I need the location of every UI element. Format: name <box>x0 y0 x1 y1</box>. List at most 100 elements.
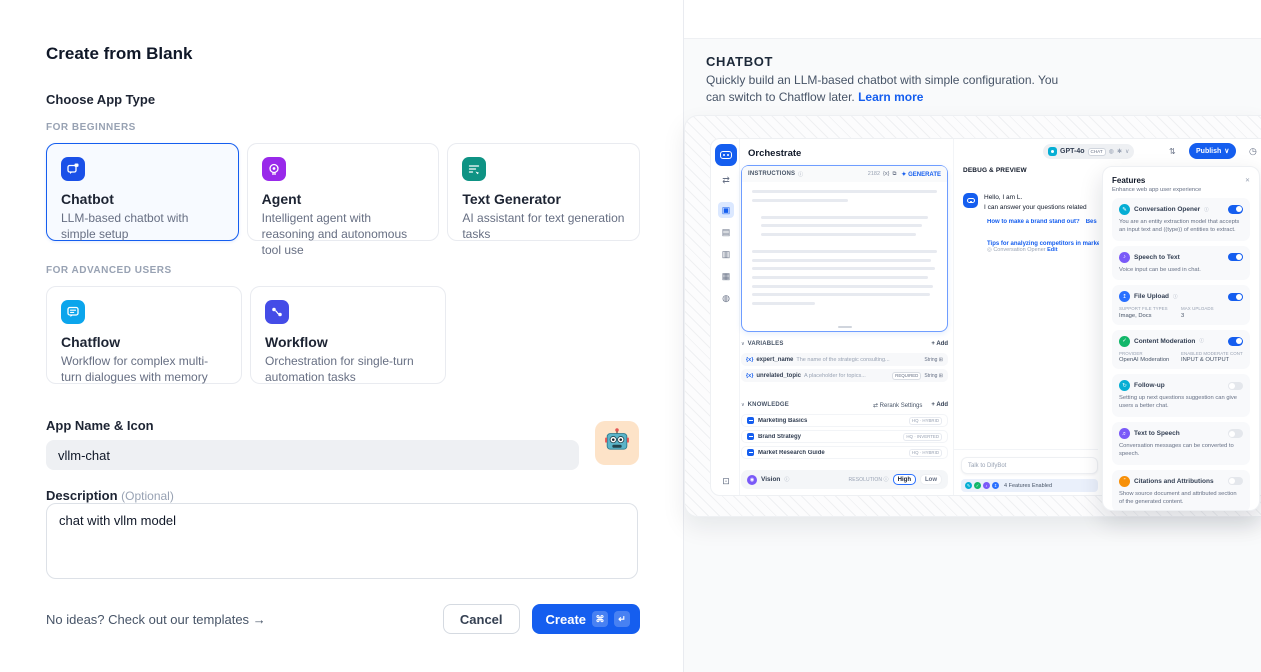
text-generator-icon <box>462 157 486 181</box>
app-type-card-chatflow[interactable]: Chatflow Workflow for complex multi-turn… <box>46 286 242 384</box>
info-icon: ⓘ <box>798 171 803 178</box>
robot-emoji-icon <box>603 427 631 460</box>
enter-key-icon: ↵ <box>614 611 630 627</box>
card-desc: Workflow for complex multi-turn dialogue… <box>61 353 227 385</box>
feature-card-speech-to-text: ♪ Speech to Text Voice input can be used… <box>1112 246 1250 281</box>
toggle-off <box>1228 477 1243 486</box>
preview-description: Quickly build an LLM-based chatbot with … <box>706 72 1074 107</box>
model-provider-icon <box>1048 147 1057 156</box>
card-title: Text Generator <box>462 191 625 207</box>
chatbot-icon <box>61 157 85 181</box>
variable-row: {x} expert_name The name of the strategi… <box>741 353 948 366</box>
preview-screenshot: ⇄ ▣ ▤ ▥ ▦ ◍ ⊡ Orchestrate GPT-4o CHAT ◍ … <box>684 115 1261 517</box>
feature-card-content-moderation: ✓ Content Moderation ⓘ PROVIDER OpenAI M… <box>1112 330 1250 370</box>
publish-button: Publish∨ <box>1189 143 1236 159</box>
app-type-card-workflow[interactable]: Workflow Orchestration for single-turn a… <box>250 286 446 384</box>
variables-section: ∨ VARIABLES + Add {x} expert_name The na… <box>741 338 948 382</box>
resolution-low-option: Low <box>920 474 942 485</box>
knowledge-section: ∨ KNOWLEDGE ⇄ Rerank Settings + Add Mark… <box>741 399 948 459</box>
cancel-button[interactable]: Cancel <box>443 604 520 634</box>
instructions-skeleton <box>742 182 947 305</box>
feature-card-conversation-opener: ✎ Conversation Opener ⓘ You are an entit… <box>1112 198 1250 241</box>
knowledge-row: Brand Strategy HQ · INVERTED <box>741 430 948 443</box>
toggle-on <box>1228 293 1243 302</box>
mini-app-icon <box>715 144 737 166</box>
create-from-blank-modal: Create from Blank Choose App Type FOR BE… <box>0 0 683 672</box>
app-type-card-agent[interactable]: Agent Intelligent agent with reasoning a… <box>247 143 440 241</box>
info-icon: ⓘ <box>1173 294 1178 300</box>
chatflow-icon <box>61 300 85 324</box>
page-title: Create from Blank <box>46 44 192 64</box>
close-icon: ✕ <box>1245 177 1250 184</box>
card-title: Agent <box>262 191 425 207</box>
file-upload-icon: ↥ <box>1119 291 1130 302</box>
app-name-input[interactable] <box>46 440 579 470</box>
create-app-screen: Create from Blank Choose App Type FOR BE… <box>0 0 1261 672</box>
create-button[interactable]: Create ⌘ ↵ <box>532 604 640 634</box>
card-desc: AI assistant for text generation tasks <box>462 210 625 242</box>
bot-avatar <box>963 193 978 208</box>
info-icon: ⓘ <box>1199 338 1204 344</box>
toggle-on <box>1228 337 1243 346</box>
description-textarea[interactable]: chat with vllm model <box>46 503 638 579</box>
chat-mode-badge: CHAT <box>1088 148 1106 156</box>
preview-heading: CHATBOT <box>706 54 773 69</box>
toggle-on <box>1228 253 1243 262</box>
orchestrate-nav-icon: ▣ <box>718 202 734 218</box>
globe-nav-icon: ◍ <box>718 290 734 306</box>
advanced-cards-row: Chatflow Workflow for complex multi-turn… <box>46 286 446 384</box>
caret-down-icon: ∨ <box>741 341 745 347</box>
conversation-opener-row: ◎ Conversation Opener Edit <box>987 247 1058 253</box>
info-icon: ⓘ <box>1204 207 1209 213</box>
card-title: Workflow <box>265 334 431 350</box>
upload-feature-icon: ↥ <box>992 482 999 489</box>
description-label: Description (Optional) <box>46 488 174 503</box>
vision-setting-row: ◉ Vision ⓘ RESOLUTION ⓘ High Low <box>741 470 948 489</box>
model-selector: GPT-4o CHAT ◍ ✱ ∨ <box>1043 144 1134 159</box>
info-icon: ⓘ <box>784 476 789 483</box>
follow-up-icon: ↻ <box>1119 380 1130 391</box>
feature-card-file-upload: ↥ File Upload ⓘ SUPPORT FILE TYPES Image… <box>1112 285 1250 325</box>
toggle-off <box>1228 429 1243 438</box>
app-type-preview-panel: CHATBOT Quickly build an LLM-based chatb… <box>683 0 1261 672</box>
required-badge: REQUIRED <box>892 372 921 380</box>
settings-icon: ✱ <box>1117 148 1122 155</box>
add-knowledge-button: + Add <box>931 402 948 408</box>
content-moderation-icon: ✓ <box>1119 336 1130 347</box>
knowledge-row: Market Research Guide HQ · HYBRID <box>741 446 948 459</box>
arrow-right-icon: → <box>253 612 266 627</box>
image-nav-icon: ▤ <box>718 224 734 240</box>
bot-greeting: Hello, I am L. <box>984 194 1022 201</box>
history-icon: ◷ <box>1249 146 1257 157</box>
for-beginners-label: FOR BEGINNERS <box>46 122 136 133</box>
citations-icon: ” <box>1119 476 1130 487</box>
variable-row: {x} unrelated_topic A placeholder for to… <box>741 369 948 382</box>
knowledge-doc-icon <box>747 433 754 440</box>
sliders-icon: ⇅ <box>1169 147 1176 156</box>
learn-more-link[interactable]: Learn more <box>858 90 923 104</box>
generate-button: ✦ GENERATE <box>901 171 941 178</box>
card-desc: Intelligent agent with reasoning and aut… <box>262 210 425 259</box>
opener-feature-icon: ✎ <box>965 482 972 489</box>
cmd-key-icon: ⌘ <box>592 611 608 627</box>
knowledge-row: Marketing Basics HQ · HYBRID <box>741 414 948 427</box>
feature-card-text-to-speech: ♬ Text to Speech Conversation messages c… <box>1112 422 1250 465</box>
card-desc: Orchestration for single-turn automation… <box>265 353 431 385</box>
variable-icon: {x} <box>883 171 889 177</box>
features-enabled-bar: ✎ ✓ ♪ ↥ 4 Features Enabled <box>961 479 1098 492</box>
moderation-feature-icon: ✓ <box>974 482 981 489</box>
resolution-high-option: High <box>893 474 916 485</box>
card-title: Chatflow <box>61 334 227 350</box>
text-to-speech-icon: ♬ <box>1119 428 1130 439</box>
templates-link[interactable]: No ideas? Check out our templates → <box>46 612 266 627</box>
mini-sidebar: ⇄ ▣ ▤ ▥ ▦ ◍ ⊡ <box>711 139 740 495</box>
app-type-card-chatbot[interactable]: Chatbot LLM-based chatbot with simple se… <box>46 143 239 241</box>
workflow-icon <box>265 300 289 324</box>
collapse-icon: ⊡ <box>718 473 734 489</box>
document-nav-icon: ▥ <box>718 246 734 262</box>
for-advanced-users-label: FOR ADVANCED USERS <box>46 265 172 276</box>
app-type-card-text-generator[interactable]: Text Generator AI assistant for text gen… <box>447 143 640 241</box>
choose-app-type-label: Choose App Type <box>46 92 155 107</box>
app-icon-picker[interactable] <box>595 421 639 465</box>
knowledge-doc-icon <box>747 449 754 456</box>
